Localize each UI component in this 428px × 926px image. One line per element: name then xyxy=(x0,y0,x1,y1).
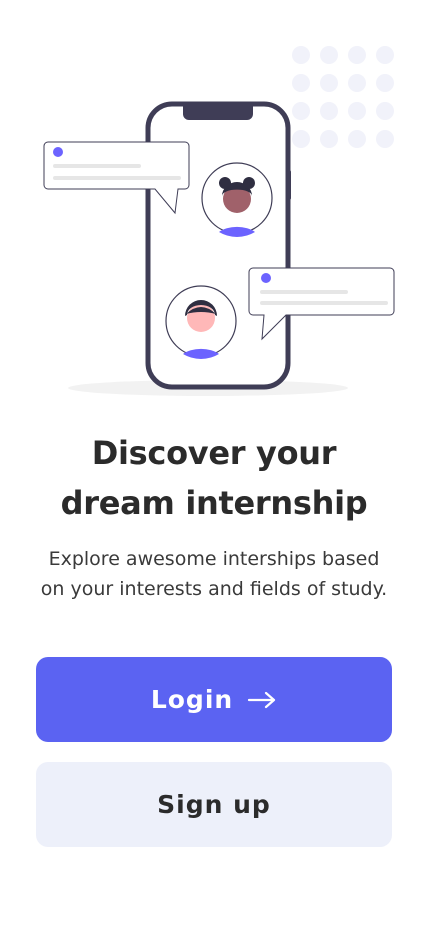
headline-line-1: Discover your xyxy=(91,434,337,472)
chat-bubble-right-icon xyxy=(248,267,395,341)
page-title: Discover your dream internship xyxy=(24,428,404,528)
subtitle-line-1: Explore awesome interships based xyxy=(48,548,380,570)
signup-button[interactable]: Sign up xyxy=(36,762,392,847)
signup-button-label: Sign up xyxy=(157,790,271,819)
onboarding-screen: Discover your dream internship Explore a… xyxy=(0,0,428,926)
subtitle-line-2: on your interests and fields of study. xyxy=(40,578,388,600)
headline-line-2: dream internship xyxy=(60,484,368,522)
chat-bubble-left-icon xyxy=(43,141,190,215)
login-button-label: Login xyxy=(150,685,234,714)
decor-dot-grid xyxy=(292,46,394,148)
phone-chat-illustration xyxy=(43,46,395,396)
arrow-right-icon xyxy=(248,691,276,708)
login-button[interactable]: Login xyxy=(36,657,392,742)
page-subtitle: Explore awesome interships based on your… xyxy=(24,544,404,604)
